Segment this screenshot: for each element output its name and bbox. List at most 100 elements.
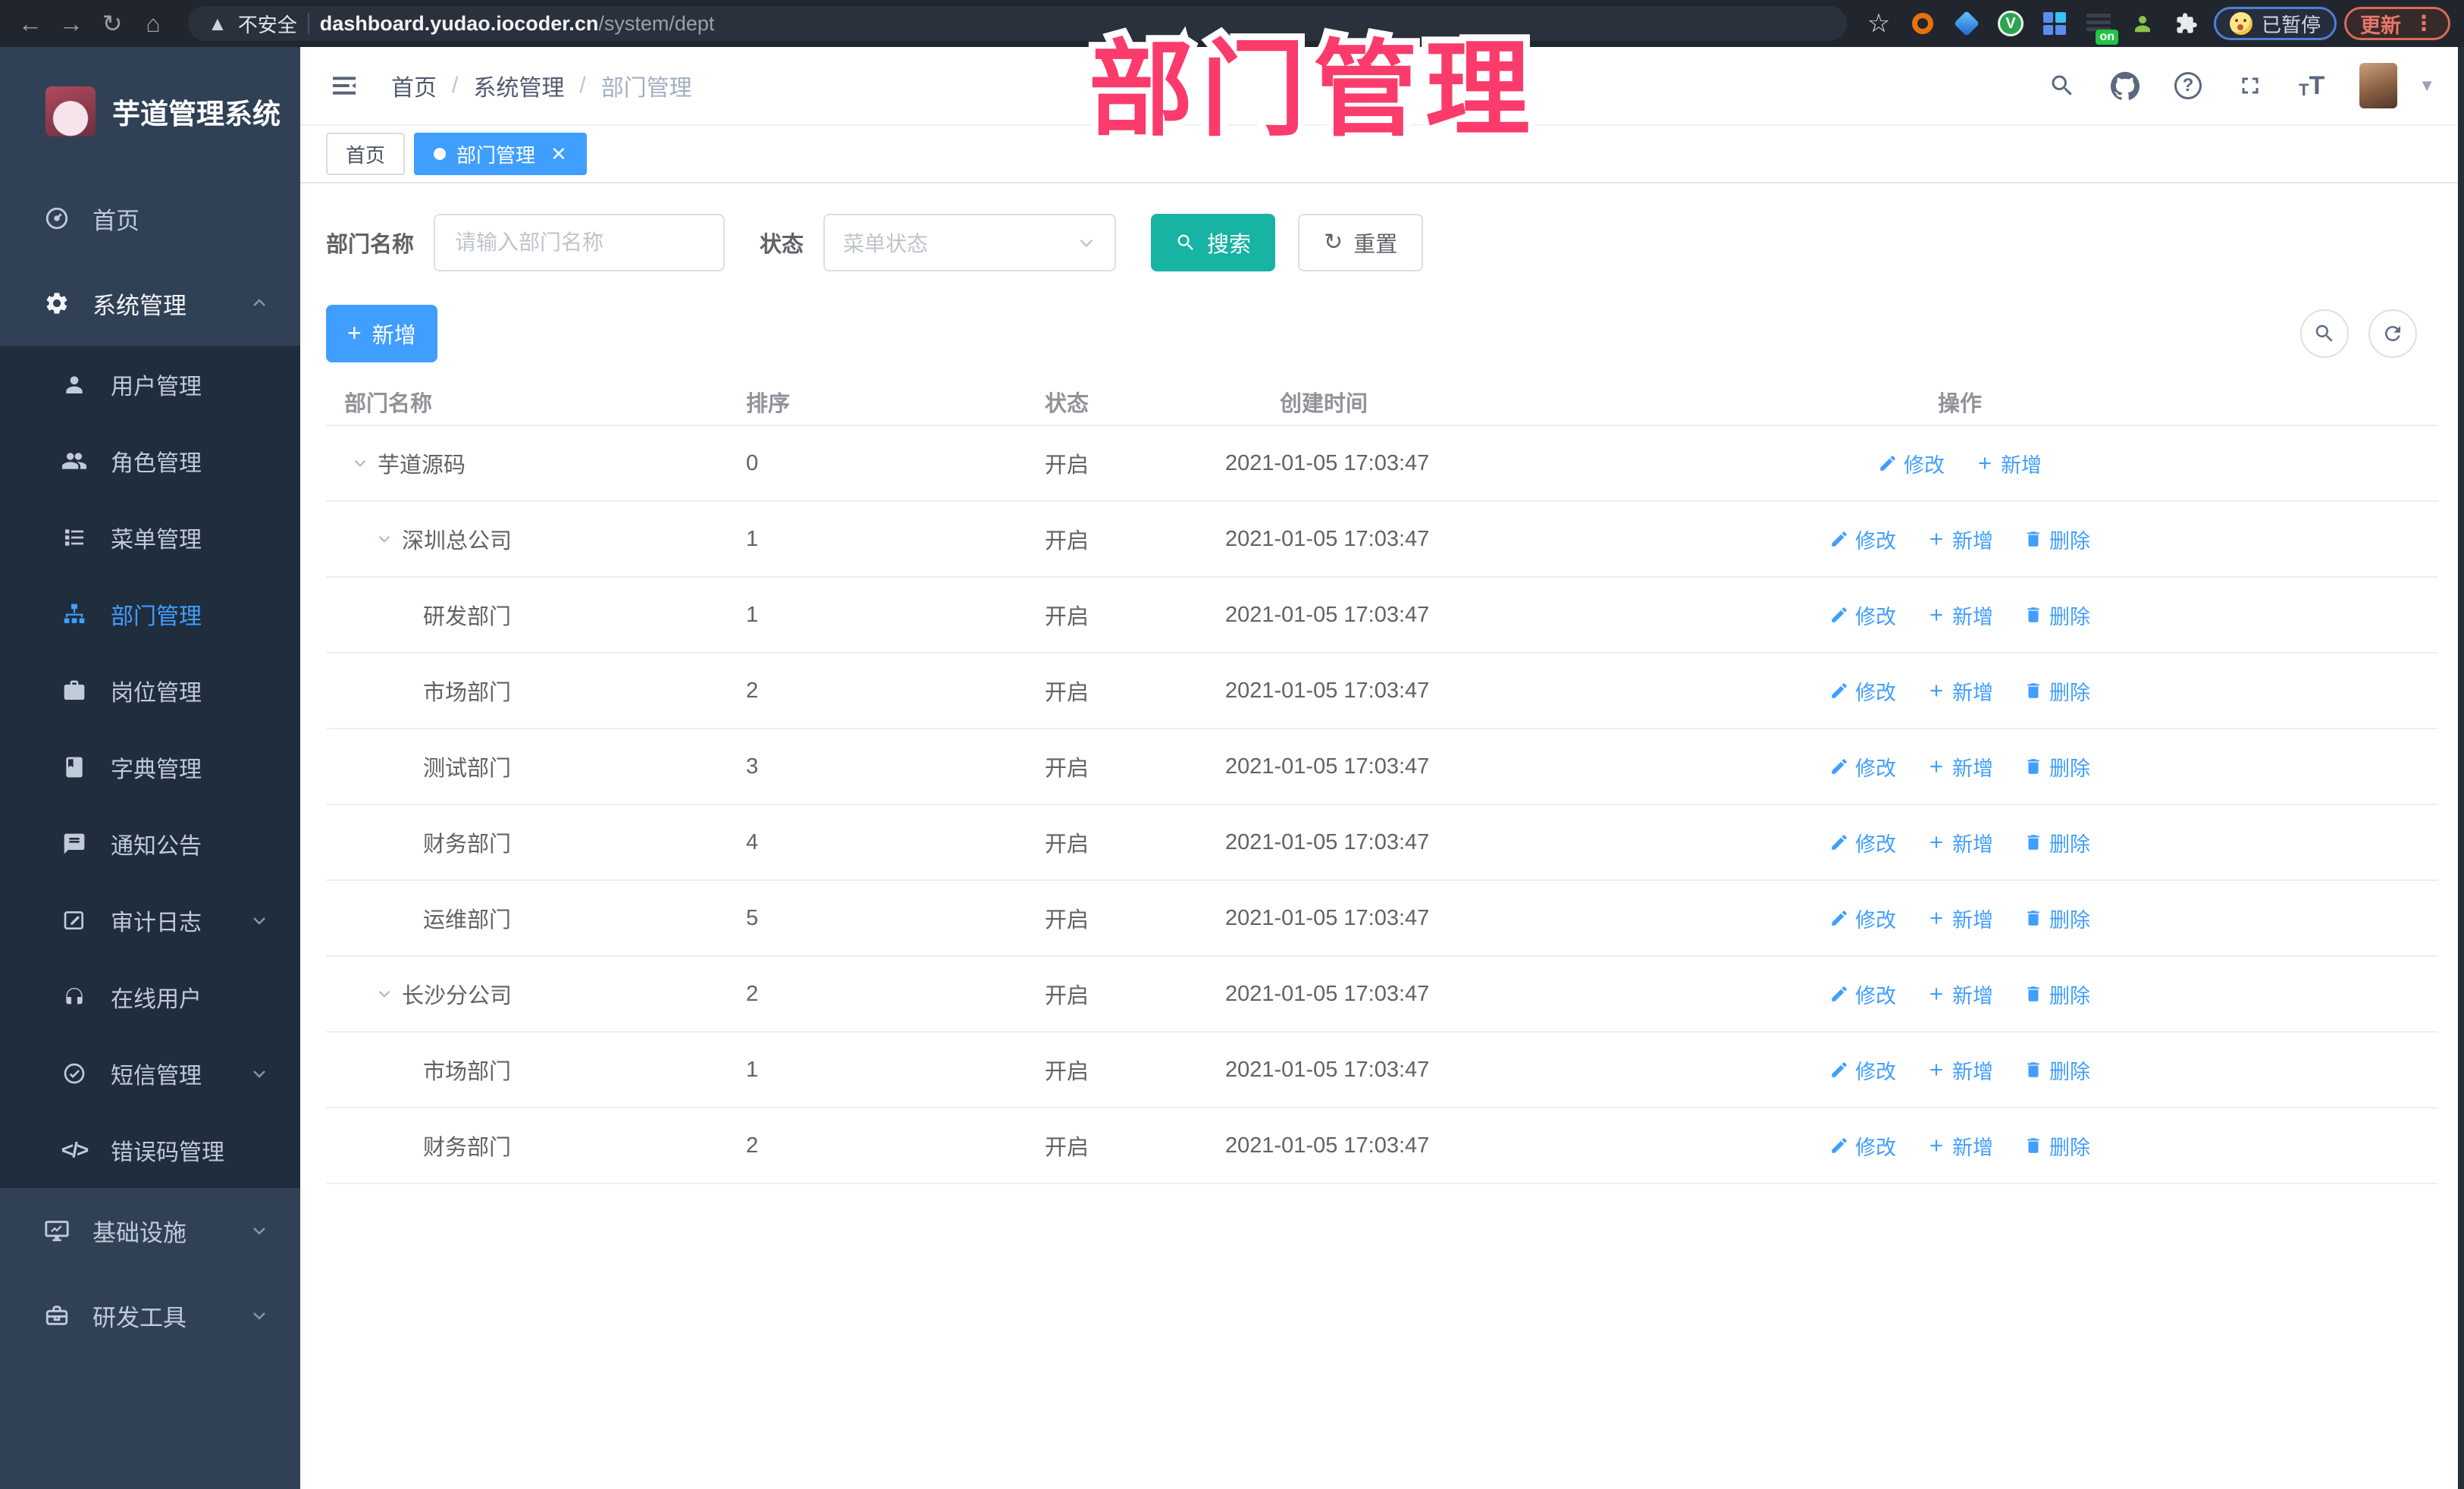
avatar[interactable] (2359, 63, 2398, 108)
sidebar-item-posts[interactable]: 岗位管理 (0, 652, 300, 729)
extension-on-icon[interactable]: on (2085, 10, 2118, 45)
add-link[interactable]: 新增 (1926, 828, 1993, 857)
sidebar-item-error-codes[interactable]: </> 错误码管理 (0, 1111, 300, 1188)
edit-link[interactable]: 修改 (1829, 676, 1896, 706)
sidebar-item-label: 系统管理 (92, 292, 187, 319)
edit-link[interactable]: 修改 (1829, 1055, 1896, 1085)
edit-link[interactable]: 修改 (1878, 449, 1945, 478)
table-row[interactable]: 芋道源码 0 开启 2021-01-05 17:03:47 修改 新增 (326, 426, 2438, 502)
table-row[interactable]: 运维部门 5 开启 2021-01-05 17:03:47 修改 新增 删除 (326, 881, 2438, 957)
sidebar-item-notices[interactable]: 通知公告 (0, 805, 300, 882)
sidebar-item-label: 部门管理 (111, 603, 202, 629)
table-row[interactable]: 长沙分公司 2 开启 2021-01-05 17:03:47 修改 新增 删除 (326, 957, 2438, 1033)
edit-link[interactable]: 修改 (1829, 752, 1896, 782)
help-icon[interactable]: ? (2174, 72, 2202, 99)
expand-icon[interactable] (375, 984, 394, 1004)
table-row[interactable]: 深圳总公司 1 开启 2021-01-05 17:03:47 修改 新增 删除 (326, 502, 2438, 578)
sidebar-item-audit-logs[interactable]: 审计日志 (0, 882, 300, 958)
address-bar[interactable]: ▲ 不安全 dashboard.yudao.iocoder.cn/system/… (188, 6, 1847, 41)
add-link[interactable]: 新增 (1926, 1055, 1993, 1085)
close-icon[interactable]: ✕ (550, 143, 567, 166)
add-button[interactable]: + 新增 (326, 305, 437, 362)
edit-link[interactable]: 修改 (1829, 525, 1896, 554)
github-icon[interactable] (2111, 71, 2140, 100)
table-toolbar: + 新增 (326, 305, 2438, 362)
table-row[interactable]: 市场部门 2 开启 2021-01-05 17:03:47 修改 新增 删除 (326, 654, 2438, 729)
fullscreen-icon[interactable] (2237, 72, 2264, 99)
users-icon (61, 447, 88, 475)
paused-label: 已暂停 (2261, 13, 2321, 36)
browser-update-button[interactable]: 更新 ⋮ (2344, 7, 2450, 40)
sidebar-item-online-users[interactable]: 在线用户 (0, 958, 300, 1035)
home-icon[interactable]: ⌂ (136, 7, 170, 40)
edit-link[interactable]: 修改 (1829, 980, 1896, 1009)
sidebar-item-dev-tools[interactable]: 研发工具 (0, 1273, 300, 1358)
caret-down-icon[interactable]: ▼ (2419, 76, 2435, 96)
edit-link[interactable]: 修改 (1829, 828, 1896, 857)
table-row[interactable]: 市场部门 1 开启 2021-01-05 17:03:47 修改 新增 删除 (326, 1033, 2438, 1108)
delete-link[interactable]: 删除 (2024, 828, 2090, 857)
profile-paused-pill[interactable]: 已暂停 (2213, 7, 2337, 40)
sidebar-item-infrastructure[interactable]: 基础设施 (0, 1188, 300, 1273)
hamburger-icon[interactable] (329, 71, 359, 101)
table-row[interactable]: 财务部门 4 开启 2021-01-05 17:03:47 修改 新增 删除 (326, 805, 2438, 881)
add-link[interactable]: 新增 (1926, 752, 1993, 782)
add-link[interactable]: 新增 (1926, 676, 1993, 706)
tab-home[interactable]: 首页 (326, 133, 406, 175)
refresh-button[interactable] (2368, 309, 2417, 358)
delete-link[interactable]: 删除 (2024, 600, 2090, 630)
delete-link[interactable]: 删除 (2024, 1131, 2090, 1161)
reload-icon[interactable]: ↻ (96, 7, 129, 40)
add-link[interactable]: 新增 (1975, 449, 2042, 478)
sidebar-item-home[interactable]: 首页 (0, 176, 300, 261)
search-button[interactable]: 搜索 (1151, 214, 1276, 271)
expand-icon[interactable] (350, 453, 370, 473)
sidebar-item-departments[interactable]: 部门管理 (0, 575, 300, 652)
sidebar-item-roles[interactable]: 角色管理 (0, 422, 300, 499)
sidebar-item-users[interactable]: 用户管理 (0, 346, 300, 422)
sidebar-item-system[interactable]: 系统管理 (0, 261, 300, 346)
extension-person-icon[interactable] (2129, 10, 2156, 37)
breadcrumb-home[interactable]: 首页 (391, 69, 437, 102)
search-icon[interactable] (2049, 72, 2076, 99)
delete-link[interactable]: 删除 (2024, 752, 2090, 782)
sidebar-logo-row[interactable]: 芋道管理系统 (0, 47, 300, 176)
add-link[interactable]: 新增 (1926, 904, 1993, 933)
font-size-icon[interactable]: TT (2299, 73, 2324, 99)
sidebar-item-dict[interactable]: 字典管理 (0, 729, 300, 805)
edit-link[interactable]: 修改 (1829, 1131, 1896, 1161)
extension-grid-icon[interactable] (2041, 10, 2068, 37)
add-link[interactable]: 新增 (1926, 980, 1993, 1009)
extension-green-icon[interactable]: V (1997, 10, 2024, 37)
show-search-button[interactable] (2300, 309, 2349, 358)
back-icon[interactable]: ← (14, 7, 47, 40)
edit-link[interactable]: 修改 (1829, 904, 1896, 933)
add-link[interactable]: 新增 (1926, 1131, 1993, 1161)
breadcrumb-system[interactable]: 系统管理 (473, 69, 564, 102)
extension-orange-icon[interactable] (1909, 10, 1936, 37)
edit-link[interactable]: 修改 (1829, 600, 1896, 630)
table-row[interactable]: 测试部门 3 开启 2021-01-05 17:03:47 修改 新增 删除 (326, 729, 2438, 805)
expand-icon[interactable] (375, 529, 394, 549)
table-row[interactable]: 研发部门 1 开启 2021-01-05 17:03:47 修改 新增 删除 (326, 578, 2438, 654)
edit-icon (1832, 911, 1847, 926)
delete-link[interactable]: 删除 (2024, 904, 2090, 933)
status-select[interactable]: 菜单状态 (823, 214, 1117, 271)
extension-blue-icon[interactable] (1953, 10, 1980, 37)
table-row[interactable]: 财务部门 2 开启 2021-01-05 17:03:47 修改 新增 删除 (326, 1108, 2438, 1184)
sidebar-item-sms[interactable]: 短信管理 (0, 1035, 300, 1111)
delete-link[interactable]: 删除 (2024, 525, 2090, 554)
sidebar-item-menus[interactable]: 菜单管理 (0, 499, 300, 575)
delete-link[interactable]: 删除 (2024, 676, 2090, 706)
add-link[interactable]: 新增 (1926, 525, 1993, 554)
reset-button[interactable]: ↻ 重置 (1298, 214, 1424, 271)
dept-name-input[interactable] (434, 214, 726, 271)
tab-dept[interactable]: 部门管理 ✕ (414, 133, 587, 175)
delete-link[interactable]: 删除 (2024, 980, 2090, 1009)
forward-icon[interactable]: → (55, 7, 88, 40)
bookmark-star-icon[interactable]: ☆ (1865, 9, 1892, 38)
browser-menu-icon[interactable]: ⋮ (2413, 12, 2434, 33)
extensions-puzzle-icon[interactable] (2173, 10, 2200, 37)
add-link[interactable]: 新增 (1926, 600, 1993, 630)
delete-link[interactable]: 删除 (2024, 1055, 2090, 1085)
